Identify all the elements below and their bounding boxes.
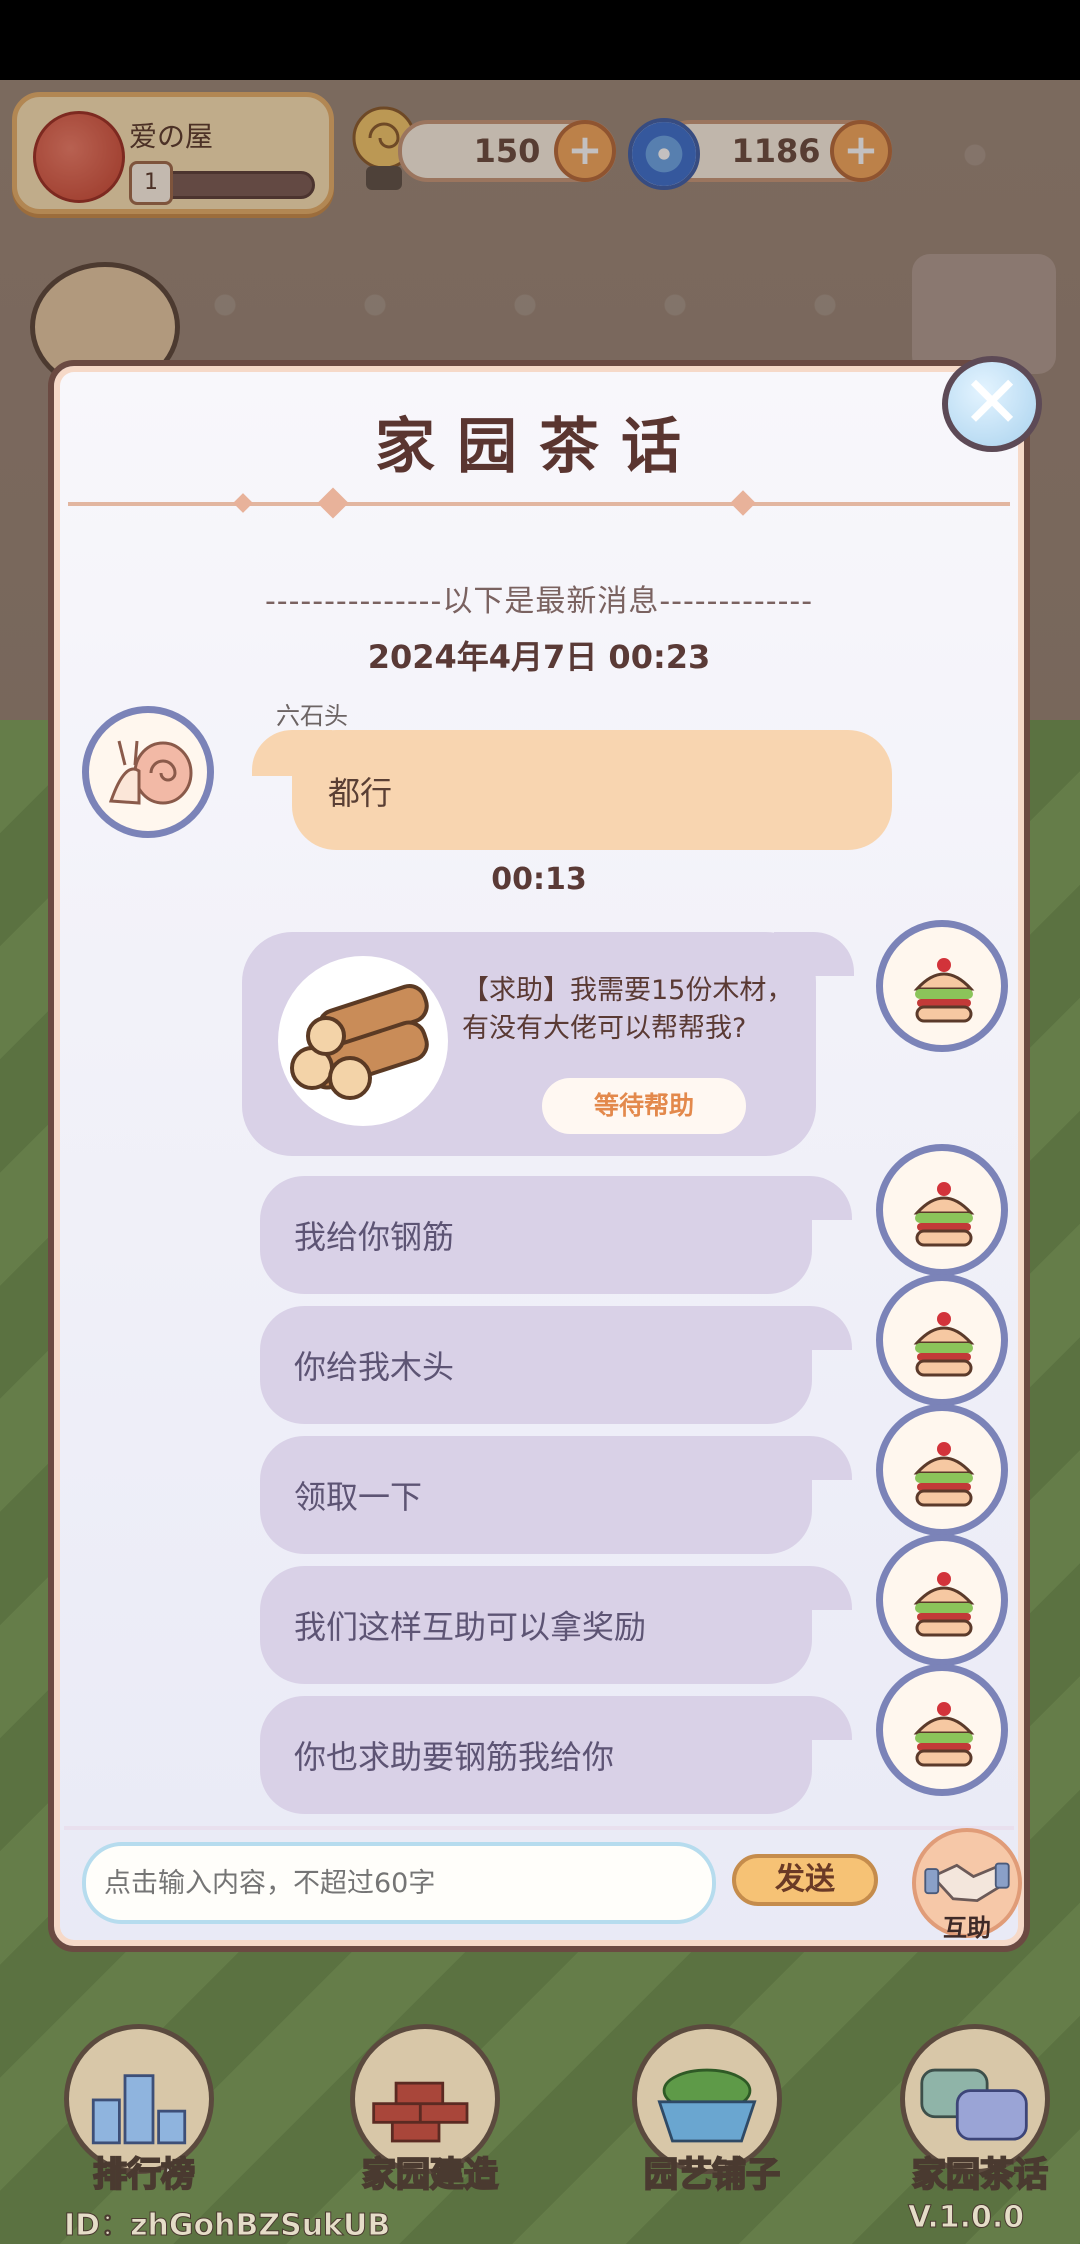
- outgoing-message: 我们这样互助可以拿奖励: [260, 1566, 852, 1684]
- incoming-message-text: 都行: [328, 774, 393, 812]
- outgoing-message-text: 你给我木头: [294, 1348, 455, 1386]
- outgoing-message: 你给我木头: [260, 1306, 852, 1424]
- title-divider: [68, 502, 1010, 506]
- nav-leaderboard[interactable]: 排行榜: [64, 2024, 214, 2196]
- modal-title: 家园茶话: [375, 412, 703, 482]
- send-button[interactable]: 发送: [732, 1854, 878, 1906]
- incoming-message: 都行: [252, 730, 892, 850]
- date-stamp: 2024年4月7日 00:23: [367, 638, 711, 676]
- sender-name: 六石头: [276, 702, 348, 730]
- nav-tea-chat-label: 家园茶话: [911, 2154, 1049, 2196]
- self-avatar[interactable]: [876, 1664, 1008, 1796]
- help-request-text: 【求助】我需要15份木材，有没有大佬可以帮帮我?: [462, 975, 794, 1044]
- burger-cake-icon: [913, 958, 975, 1023]
- player-id: ID：zhGohBZSukUB: [63, 2208, 391, 2244]
- outgoing-message: 我给你钢筋: [260, 1176, 852, 1294]
- burger-cake-icon: [913, 1312, 975, 1377]
- tea-chat-modal: 家园茶话 ---------------以下是最新消息-------------…: [48, 360, 1030, 1952]
- sender-avatar[interactable]: [82, 706, 214, 838]
- composer-divider: [64, 1826, 1014, 1830]
- divider-ornament: [233, 493, 253, 513]
- chat-history[interactable]: ---------------以下是最新消息------------- 2024…: [54, 516, 1024, 1826]
- self-avatar[interactable]: [876, 1534, 1008, 1666]
- outgoing-message-text: 领取一下: [294, 1478, 423, 1516]
- app-version: V.1.0.0: [907, 2200, 1025, 2236]
- nav-home-build[interactable]: 家园建造: [350, 2024, 500, 2196]
- divider-ornament: [730, 490, 756, 516]
- nav-garden-shop[interactable]: 园艺铺子: [632, 2024, 782, 2196]
- burger-cake-icon: [913, 1572, 975, 1637]
- nav-garden-shop-label: 园艺铺子: [643, 2154, 781, 2196]
- self-avatar[interactable]: [876, 920, 1008, 1052]
- outgoing-message-text: 我给你钢筋: [294, 1218, 455, 1256]
- outgoing-message-text: 你也求助要钢筋我给你: [294, 1738, 615, 1776]
- status-bar: [0, 0, 1080, 80]
- latest-messages-divider: ---------------以下是最新消息-------------: [264, 584, 814, 619]
- outgoing-message: 你也求助要钢筋我给你: [260, 1696, 852, 1814]
- outgoing-message: 领取一下: [260, 1436, 852, 1554]
- burger-cake-icon: [913, 1182, 975, 1247]
- self-avatar[interactable]: [876, 1274, 1008, 1406]
- nav-leaderboard-label: 排行榜: [92, 2154, 196, 2196]
- self-avatar[interactable]: [876, 1404, 1008, 1536]
- nav-tea-chat[interactable]: 家园茶话: [900, 2024, 1050, 2196]
- burger-cake-icon: [913, 1442, 975, 1507]
- nav-home-build-label: 家园建造: [361, 2154, 499, 2196]
- message-input[interactable]: [82, 1842, 716, 1924]
- self-avatar[interactable]: [876, 1144, 1008, 1276]
- mutual-help-label: 互助: [943, 1914, 991, 1942]
- close-button[interactable]: ✕: [942, 356, 1042, 452]
- divider-ornament: [317, 487, 349, 519]
- help-request-card: 【求助】我需要15份木材，有没有大佬可以帮帮我? 等待帮助: [242, 932, 854, 1156]
- wood-icon: [278, 956, 448, 1126]
- snail-avatar-icon: [108, 740, 193, 805]
- mutual-help-button[interactable]: 互助: [912, 1828, 1022, 1942]
- time-stamp: 00:13: [491, 862, 587, 897]
- waiting-help-button[interactable]: 等待帮助: [542, 1078, 746, 1134]
- burger-cake-icon: [913, 1702, 975, 1767]
- outgoing-message-text: 我们这样互助可以拿奖励: [294, 1608, 647, 1646]
